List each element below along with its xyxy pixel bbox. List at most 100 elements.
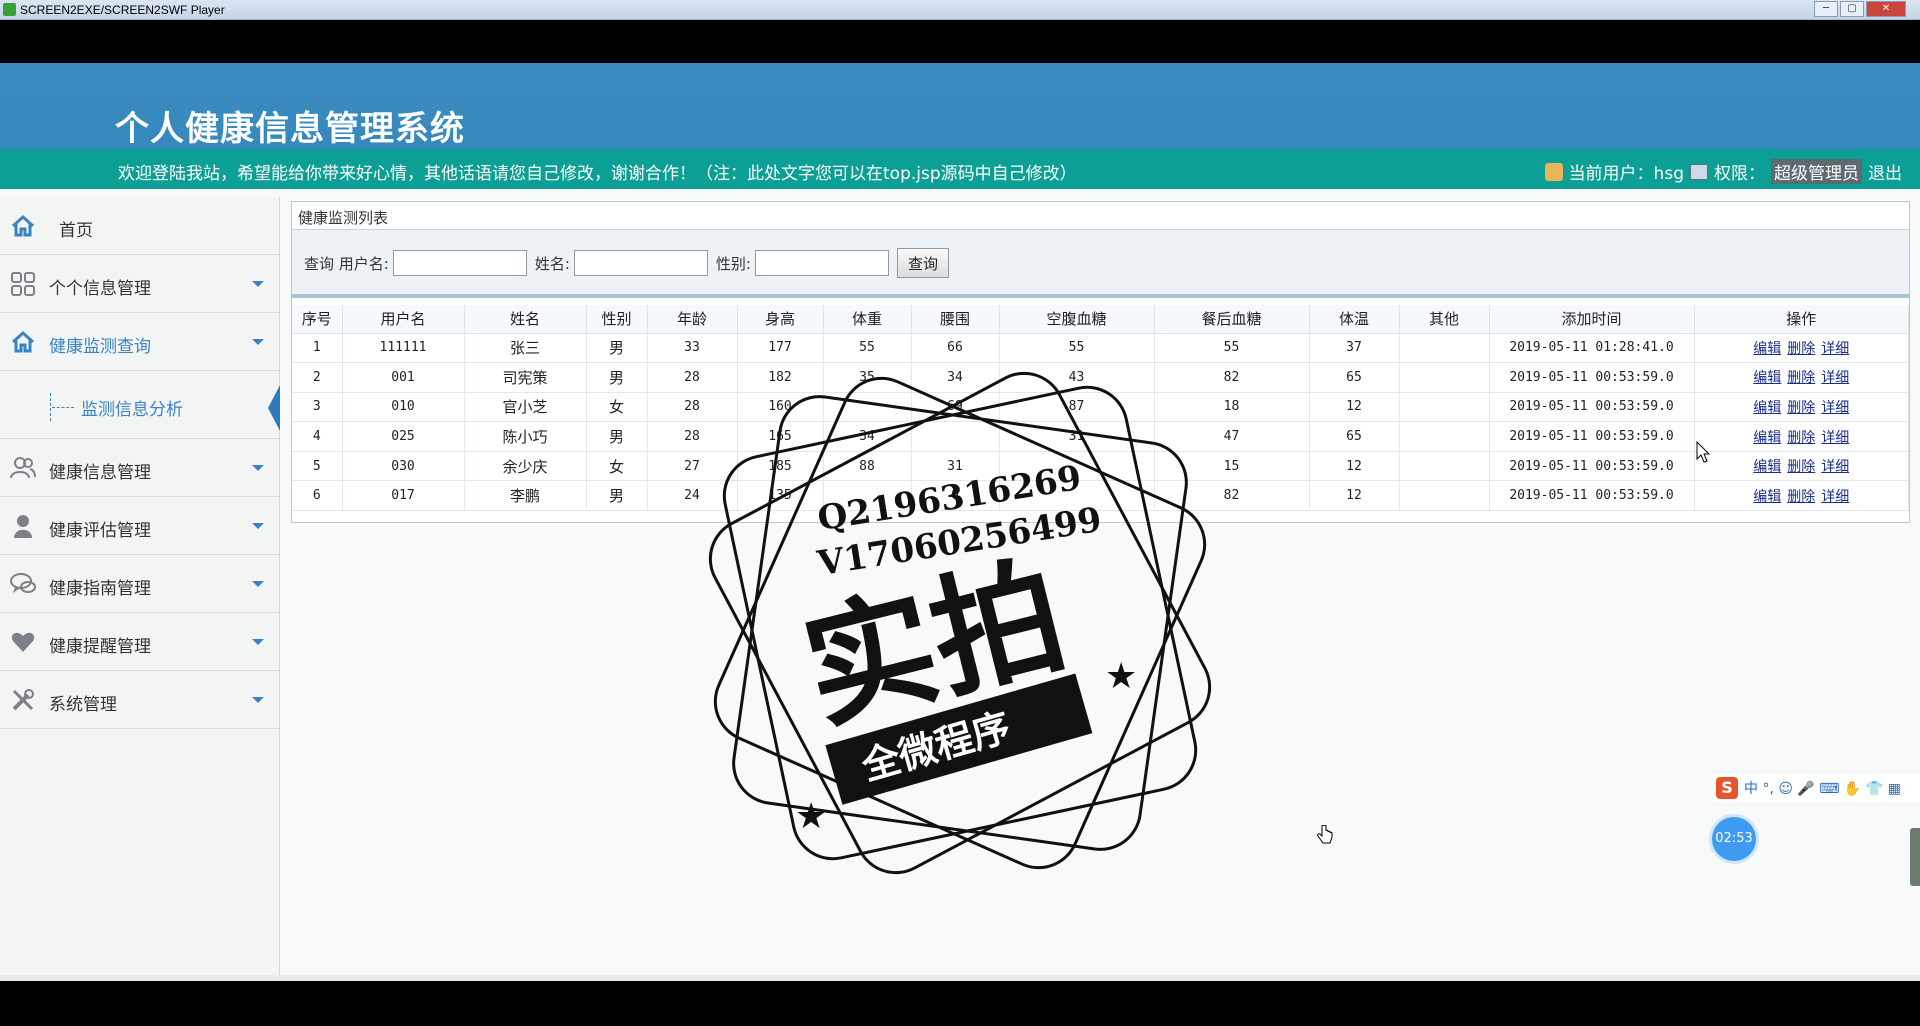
detail-link[interactable]: 详细 [1821,341,1849,357]
active-marker [268,385,280,431]
delete-link[interactable]: 删除 [1787,459,1815,475]
tree-line [50,393,51,421]
delete-link[interactable]: 删除 [1787,489,1815,505]
cell-other [1399,480,1490,512]
detail-link[interactable]: 详细 [1821,370,1849,386]
cell-time: 2019-05-11 00:53:59.0 [1489,451,1695,482]
edit-link[interactable]: 编辑 [1753,370,1781,386]
close-button[interactable]: ✕ [1866,1,1906,17]
cell-time: 2019-05-11 00:53:59.0 [1489,392,1695,423]
sidebar-item-label: 健康提醒管理 [49,637,151,657]
detail-link[interactable]: 详细 [1821,400,1849,416]
header-banner: 个人健康信息管理系统 [0,63,1920,149]
chevron-down-icon [252,465,264,471]
detail-link[interactable]: 详细 [1821,459,1849,475]
logout-link[interactable]: 退出 [1868,159,1902,184]
table-body: 1 111111 张三 男 33 177 55 66 55 55 37 2019… [292,333,1909,512]
cell-fasting-glucose [999,480,1155,512]
cell-username: 111111 [342,333,465,364]
cell-height: 185 [737,451,824,482]
users-icon [10,455,36,481]
cell-postmeal-glucose: 82 [1154,362,1310,393]
cell-height: 160 [737,392,824,423]
cell-postmeal-glucose: 15 [1154,451,1310,482]
sidebar-item-health-info[interactable]: 健康信息管理 [0,439,279,497]
name-input[interactable] [573,250,708,276]
gender-input[interactable] [754,250,889,276]
column-header: 操作 [1694,305,1909,334]
current-user: 当前用户：hsg [1568,164,1684,184]
ime-toolbar[interactable]: S 中 °, ☺ 🎤 ⌨ ✋ 👕 ▦ [1712,775,1920,801]
cell-actions: 编辑 删除 详细 [1694,451,1909,482]
cell-weight: 55 [823,333,912,364]
app-window: 个人健康信息管理系统 欢迎登陆我站，希望能给你带来好心情，其他话语请您自己修改，… [0,63,1920,981]
column-header: 腰围 [911,305,1000,334]
sidebar-item-home[interactable]: 首页 [0,197,279,255]
edit-link[interactable]: 编辑 [1753,400,1781,416]
table-row: 6 017 李鹏 男 24 135 0 82 12 2019-05-11 00:… [292,480,1909,512]
table-row: 2 001 司宪策 男 28 182 35 34 43 82 65 2019-0… [292,362,1909,393]
player-title: SCREEN2EXE/SCREEN2SWF Player [20,3,225,17]
edit-link[interactable]: 编辑 [1753,459,1781,475]
edit-link[interactable]: 编辑 [1753,430,1781,446]
search-prefix: 查询 [304,254,335,273]
sidebar-item-label: 个个信息管理 [49,279,151,299]
detail-link[interactable]: 详细 [1821,489,1849,505]
chevron-down-icon [252,697,264,703]
cell-age: 28 [647,421,738,452]
sidebar-item-health-guide[interactable]: 健康指南管理 [0,555,279,613]
side-handle[interactable] [1910,828,1920,886]
delete-link[interactable]: 删除 [1787,400,1815,416]
sidebar-item-label: 健康监测查询 [49,337,151,357]
delete-link[interactable]: 删除 [1787,341,1815,357]
cell-waist: 31 [911,451,1000,482]
edit-link[interactable]: 编辑 [1753,341,1781,357]
sogou-icon[interactable]: S [1716,777,1738,799]
recording-timer[interactable]: 02:53 [1712,817,1756,861]
watermark-ribbon [825,673,1093,805]
sidebar: 首页 个个信息管理 健康监测查询 监测信息分析 健康信息管理 健康评估管理 健康… [0,197,280,981]
sidebar-item-health-reminder[interactable]: 健康提醒管理 [0,613,279,671]
cell-actions: 编辑 删除 详细 [1694,362,1909,393]
permission-label: 权限： [1714,164,1765,184]
sidebar-item-system[interactable]: 系统管理 [0,671,279,729]
sidebar-item-label: 健康指南管理 [49,579,151,599]
delete-link[interactable]: 删除 [1787,430,1815,446]
sidebar-subitem-monitoring-analysis[interactable]: 监测信息分析 [0,371,280,439]
player-logo-icon [3,3,16,16]
edit-link[interactable]: 编辑 [1753,489,1781,505]
cell-index: 5 [292,451,343,482]
cell-height: 182 [737,362,824,393]
ime-controls[interactable]: 中 °, ☺ 🎤 ⌨ ✋ 👕 ▦ [1744,778,1901,798]
delete-link[interactable]: 删除 [1787,370,1815,386]
column-header: 添加时间 [1489,305,1695,334]
cell-height: 135 [737,480,824,512]
cell-username: 010 [342,392,465,423]
cell-other [1399,451,1490,482]
search-button[interactable]: 查询 [896,248,949,278]
minimize-button[interactable]: ─ [1814,1,1838,17]
cell-waist: 69 [911,392,1000,423]
mouse-pointer-icon [1696,441,1710,463]
home-icon [10,329,36,355]
home-icon [10,213,36,239]
column-header: 性别 [586,305,648,334]
cell-time: 2019-05-11 00:53:59.0 [1489,362,1695,393]
welcome-text: 欢迎登陆我站，希望能给你带来好心情，其他话语请您自己修改，谢谢合作！（注：此处文… [118,164,1077,184]
maximize-button[interactable]: ▢ [1840,1,1864,17]
cell-index: 2 [292,362,343,393]
sidebar-item-personal-info[interactable]: 个个信息管理 [0,255,279,313]
column-header: 序号 [292,305,343,334]
cell-name: 余少庆 [464,451,587,482]
sidebar-item-health-monitoring[interactable]: 健康监测查询 [0,313,279,371]
star-icon: ★ [795,796,827,837]
grid-icon [10,271,36,297]
cell-age: 24 [647,480,738,512]
detail-link[interactable]: 详细 [1821,430,1849,446]
username-input[interactable] [392,250,527,276]
chevron-down-icon [252,581,264,587]
cell-fasting-glucose: 87 [999,392,1155,423]
sidebar-item-health-assessment[interactable]: 健康评估管理 [0,497,279,555]
cell-height: 177 [737,333,824,364]
hand-pointer-icon [1317,825,1333,844]
